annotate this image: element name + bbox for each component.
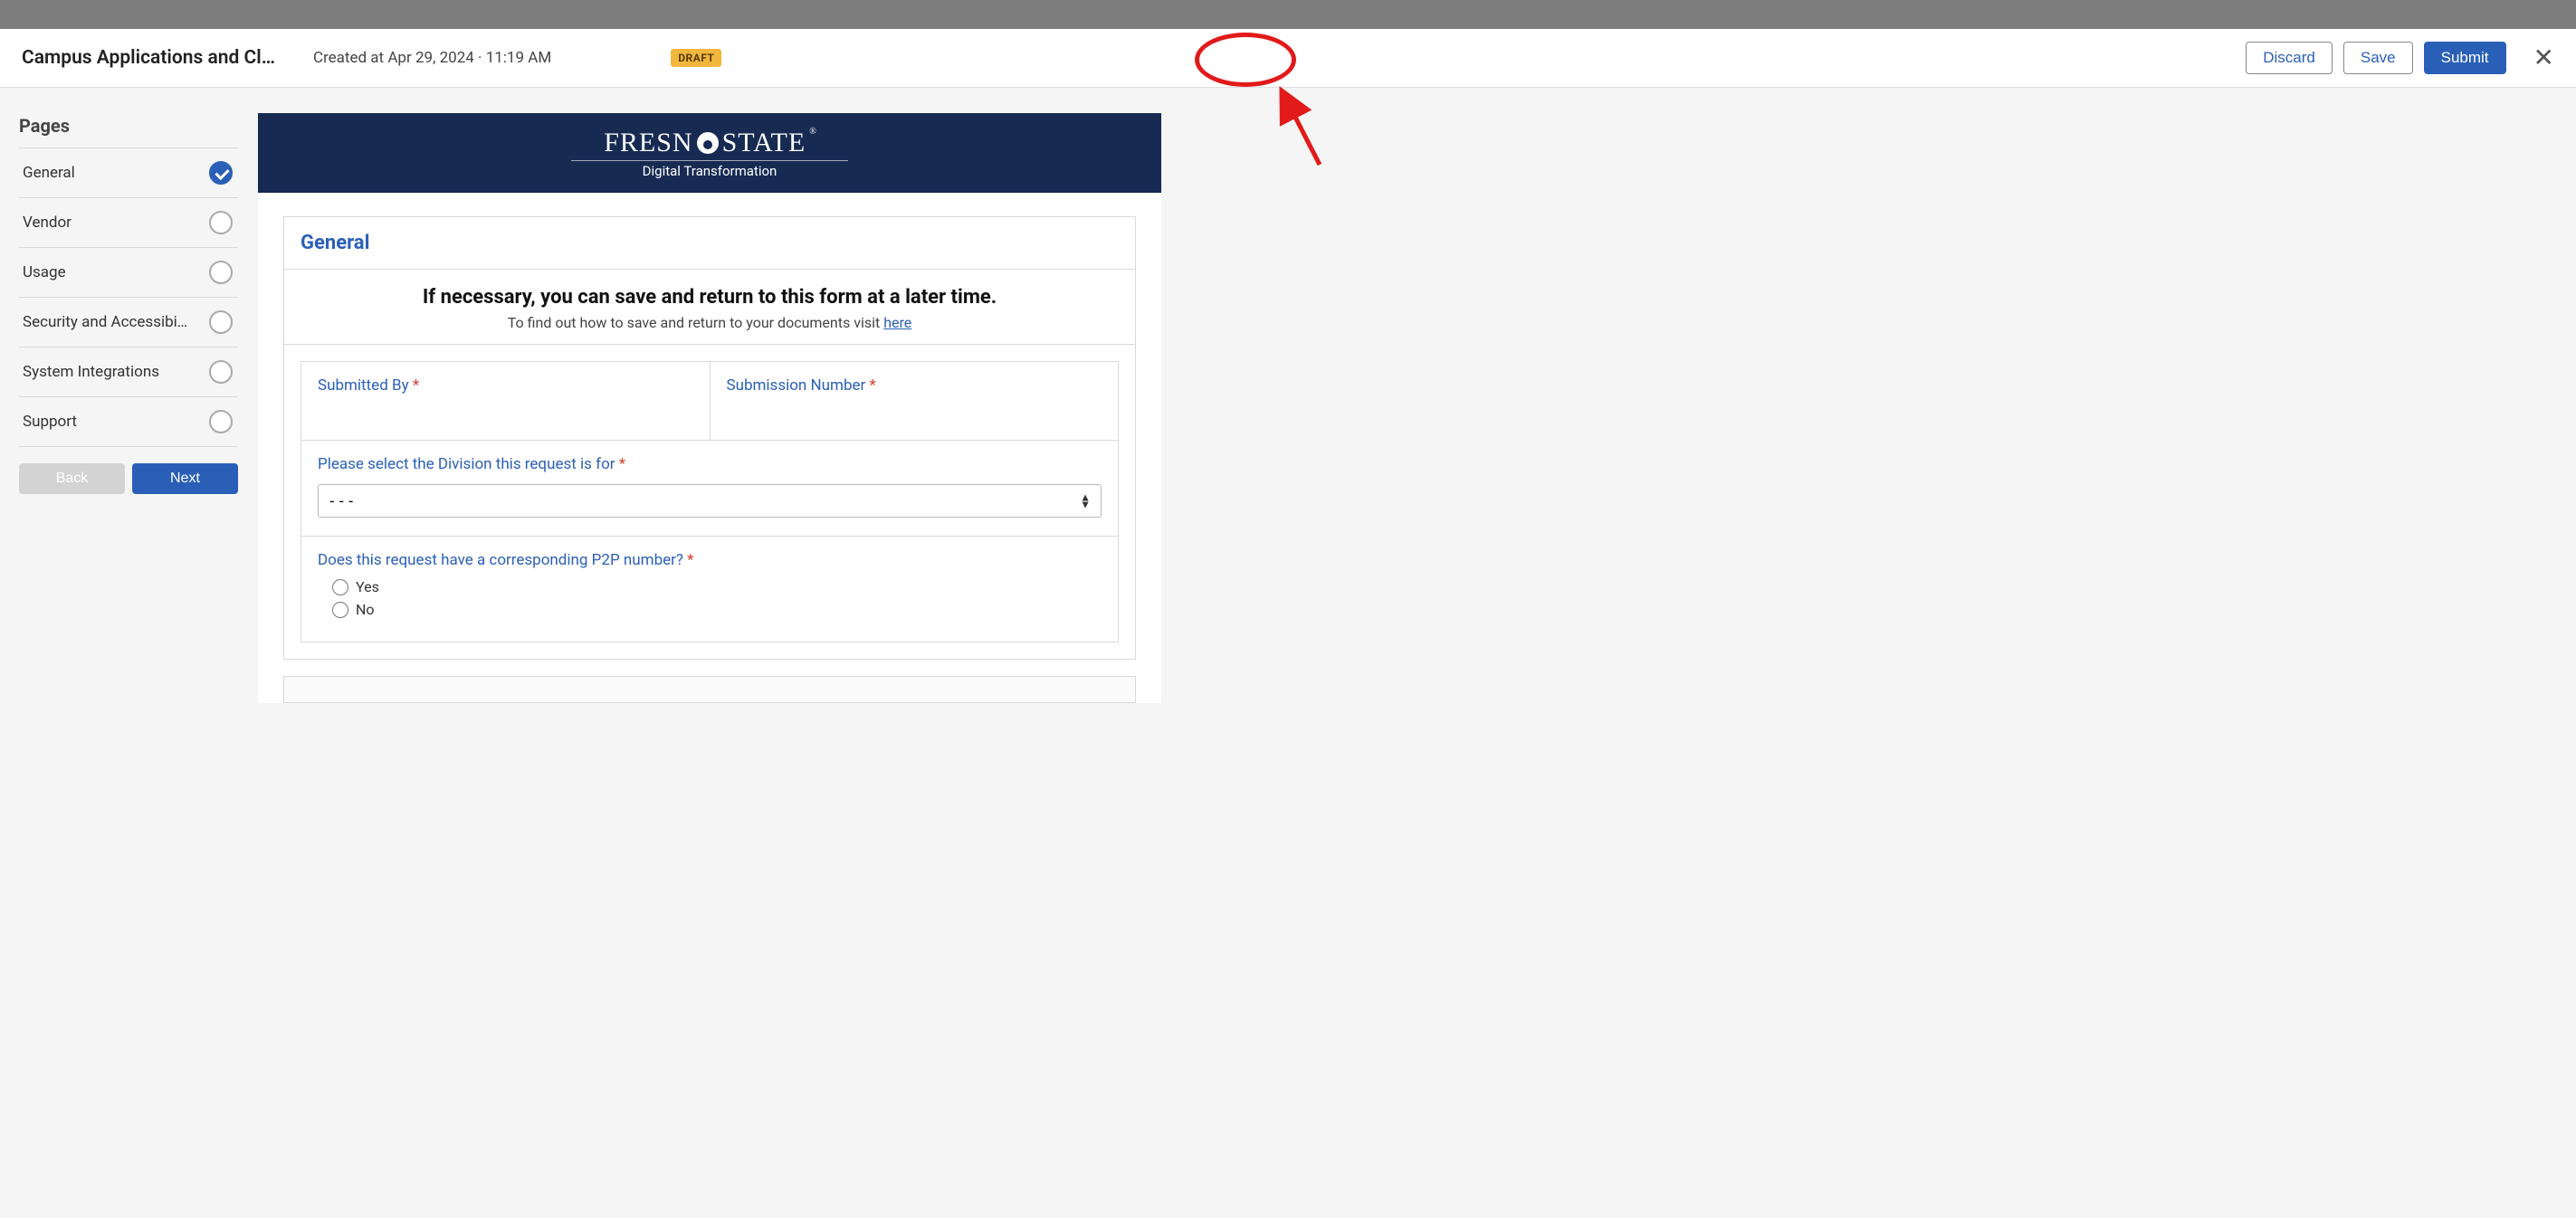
- trademark-symbol: ®: [809, 127, 817, 137]
- empty-circle-icon: [209, 261, 233, 284]
- overlay-backdrop-bar: [0, 0, 2576, 29]
- back-button: Back: [19, 463, 125, 494]
- radio-label-yes: Yes: [356, 578, 379, 595]
- sidebar-item-general[interactable]: General: [19, 148, 238, 198]
- instr-sub-text: To find out how to save and return to yo…: [508, 314, 883, 331]
- document-title: Campus Applications and Classifi…: [22, 47, 284, 69]
- division-label: Please select the Division this request …: [318, 455, 1102, 473]
- discard-button[interactable]: Discard: [2246, 42, 2333, 74]
- sidebar-item-label: General: [23, 164, 75, 182]
- submit-button[interactable]: Submit: [2424, 42, 2506, 74]
- sidebar-item-vendor[interactable]: Vendor: [19, 198, 238, 248]
- pages-sidebar: Pages General Vendor Usage Security and …: [0, 88, 238, 494]
- next-section-card: [283, 676, 1136, 703]
- save-instruction-sub: To find out how to save and return to yo…: [302, 314, 1117, 331]
- sidebar-heading: Pages: [19, 115, 238, 148]
- sidebar-item-security[interactable]: Security and Accessibi…: [19, 298, 238, 347]
- radio-label-no: No: [356, 601, 375, 618]
- next-button[interactable]: Next: [132, 463, 238, 494]
- division-select[interactable]: - - -: [318, 484, 1102, 518]
- submitted-by-input[interactable]: [318, 395, 693, 418]
- section-title-general: General: [284, 217, 1135, 270]
- sidebar-item-label: Vendor: [23, 214, 72, 232]
- check-circle-icon: [209, 161, 233, 185]
- paw-icon: [697, 132, 719, 154]
- status-badge-draft: DRAFT: [671, 49, 721, 67]
- sidebar-item-label: Security and Accessibi…: [23, 313, 187, 331]
- close-button[interactable]: ✕: [2533, 45, 2554, 71]
- org-banner: FRESN STATE ® Digital Transformation: [258, 113, 1161, 193]
- save-instruction-heading: If necessary, you can save and return to…: [302, 286, 1117, 309]
- sidebar-item-system-integrations[interactable]: System Integrations: [19, 347, 238, 397]
- radio-input-yes[interactable]: [332, 579, 348, 595]
- radio-input-no[interactable]: [332, 602, 348, 618]
- created-timestamp: Created at Apr 29, 2024 · 11:19 AM: [313, 49, 551, 67]
- save-button[interactable]: Save: [2343, 42, 2413, 74]
- close-icon: ✕: [2533, 43, 2554, 71]
- empty-circle-icon: [209, 310, 233, 334]
- p2p-radio-yes[interactable]: Yes: [332, 578, 1102, 595]
- org-logo: FRESN STATE ®: [604, 128, 816, 158]
- form-container: FRESN STATE ® Digital Transformation Gen…: [258, 113, 1161, 703]
- sidebar-item-support[interactable]: Support: [19, 397, 238, 447]
- logo-text-left: FRESN: [604, 128, 692, 158]
- header-bar: Campus Applications and Classifi… Create…: [0, 29, 2576, 88]
- p2p-radio-no[interactable]: No: [332, 601, 1102, 618]
- help-link-here[interactable]: here: [883, 314, 911, 331]
- sidebar-item-label: System Integrations: [23, 363, 159, 381]
- sidebar-item-usage[interactable]: Usage: [19, 248, 238, 298]
- org-subtitle: Digital Transformation: [571, 160, 848, 179]
- empty-circle-icon: [209, 410, 233, 433]
- submission-number-label: Submission Number *: [727, 376, 1102, 395]
- submitted-by-label: Submitted By *: [318, 376, 693, 395]
- sidebar-item-label: Support: [23, 413, 77, 431]
- p2p-question-label: Does this request have a corresponding P…: [318, 551, 1102, 569]
- empty-circle-icon: [209, 211, 233, 234]
- sidebar-item-label: Usage: [23, 263, 66, 281]
- empty-circle-icon: [209, 360, 233, 384]
- logo-text-right: STATE: [722, 128, 806, 158]
